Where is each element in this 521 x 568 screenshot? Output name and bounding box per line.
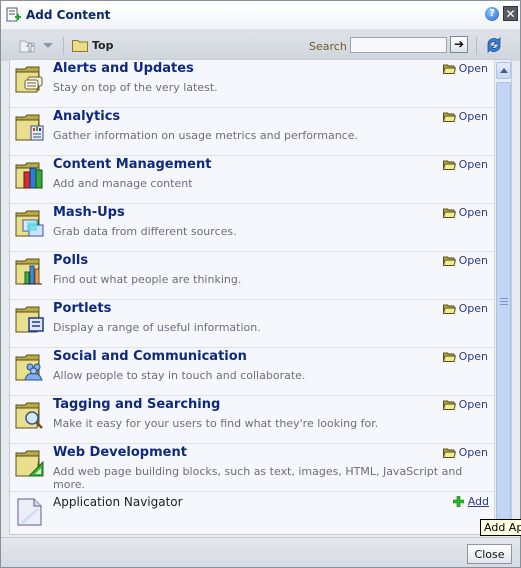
scroll-grip-icon — [500, 298, 508, 305]
open-label[interactable]: Open — [459, 254, 488, 267]
list-item-mash-ups[interactable]: Mash-Ups Grab data from different sources… — [10, 204, 494, 252]
open-link[interactable]: Open — [442, 446, 488, 459]
open-folder-icon — [442, 256, 456, 266]
open-link[interactable]: Open — [442, 158, 488, 171]
item-name[interactable]: Social and Communication — [53, 349, 247, 364]
history-dropdown-arrow[interactable] — [43, 43, 53, 48]
list-item-polls[interactable]: Polls Find out what people are thinking. O… — [10, 252, 494, 300]
add-content-icon — [6, 7, 21, 22]
list-item-tagging-and-searching[interactable]: Tagging and Searching Make it easy for yo… — [10, 396, 494, 444]
list-item-social-and-communication[interactable]: Social and Communication Allow people to … — [10, 348, 494, 396]
add-content-dialog: Add Content ? ✕ Top Search ➔ Alerts and … — [0, 0, 521, 568]
list-item-alerts-and-updates[interactable]: Alerts and Updates Stay on top of the ver… — [10, 60, 494, 108]
toolbar-separator — [476, 37, 477, 55]
open-folder-icon — [442, 208, 456, 218]
add-label[interactable]: Add — [468, 495, 489, 508]
scroll-up-button[interactable] — [496, 62, 511, 79]
close-icon[interactable]: ✕ — [503, 6, 518, 21]
open-label[interactable]: Open — [459, 446, 488, 459]
open-folder-icon — [442, 112, 456, 122]
item-description: Make it easy for your users to find what… — [53, 417, 379, 430]
item-name[interactable]: Portlets — [53, 301, 111, 316]
open-label[interactable]: Open — [459, 206, 488, 219]
open-link[interactable]: Open — [442, 254, 488, 267]
list-item-application-navigator[interactable]: Application Navigator Add — [10, 492, 494, 534]
polls-folder-icon — [15, 258, 42, 285]
open-link[interactable]: Open — [442, 110, 488, 123]
tooltip: Add App — [480, 519, 521, 536]
open-link[interactable]: Open — [442, 350, 488, 363]
item-description: Allow people to stay in touch and collab… — [53, 369, 306, 382]
social-folder-icon — [15, 354, 43, 381]
item-description: Grab data from different sources. — [53, 225, 237, 238]
open-folder-icon — [442, 448, 456, 458]
open-label[interactable]: Open — [459, 62, 488, 75]
document-icon — [17, 498, 42, 526]
analytics-folder-icon — [15, 114, 44, 141]
toolbar: Top Search ➔ — [1, 29, 520, 61]
dialog-title: Add Content — [26, 8, 111, 22]
search-label: Search — [309, 40, 347, 53]
mashups-folder-icon — [15, 210, 44, 237]
open-label[interactable]: Open — [459, 110, 488, 123]
item-name[interactable]: Alerts and Updates — [53, 61, 194, 76]
open-folder-icon — [442, 160, 456, 170]
list-item-analytics[interactable]: Analytics Gather information on usage met… — [10, 108, 494, 156]
refresh-icon[interactable] — [484, 36, 504, 54]
open-folder-icon — [442, 352, 456, 362]
plus-icon — [452, 496, 464, 507]
item-description: Add web page building blocks, such as te… — [53, 465, 463, 491]
folder-up-icon[interactable] — [19, 38, 37, 54]
item-name: Application Navigator — [53, 495, 183, 509]
item-name[interactable]: Tagging and Searching — [53, 397, 220, 412]
item-name[interactable]: Web Development — [53, 445, 187, 460]
item-description: Stay on top of the very latest. — [53, 81, 218, 94]
folder-icon — [72, 40, 88, 52]
item-description: Display a range of useful information. — [53, 321, 261, 334]
dialog-footer: Close — [1, 537, 520, 567]
open-folder-icon — [442, 400, 456, 410]
open-link[interactable]: Open — [442, 398, 488, 411]
item-name[interactable]: Polls — [53, 253, 88, 268]
open-link[interactable]: Open — [442, 62, 488, 75]
open-link[interactable]: Open — [442, 302, 488, 315]
portlets-folder-icon — [15, 306, 44, 333]
item-description: Add and manage content — [53, 177, 193, 190]
search-go-button[interactable]: ➔ — [450, 36, 468, 53]
open-link[interactable]: Open — [442, 206, 488, 219]
open-label[interactable]: Open — [459, 158, 488, 171]
breadcrumb-top[interactable]: Top — [92, 39, 113, 52]
item-name[interactable]: Content Management — [53, 157, 211, 172]
tagging-folder-icon — [15, 402, 43, 429]
list-item-portlets[interactable]: Portlets Display a range of useful inform… — [10, 300, 494, 348]
open-label[interactable]: Open — [459, 398, 488, 411]
item-description: Gather information on usage metrics and … — [53, 129, 358, 142]
webdev-folder-icon — [15, 450, 44, 477]
help-icon[interactable]: ? — [485, 7, 499, 21]
content-management-folder-icon — [15, 162, 43, 189]
open-folder-icon — [442, 64, 456, 74]
toolbar-separator — [63, 37, 64, 55]
content-list: Alerts and Updates Stay on top of the ver… — [9, 59, 512, 535]
item-name[interactable]: Analytics — [53, 109, 120, 124]
list-item-content-management[interactable]: Content Management Add and manage content… — [10, 156, 494, 204]
scroll-thumb[interactable] — [496, 82, 511, 526]
item-name[interactable]: Mash-Ups — [53, 205, 125, 220]
add-link[interactable]: Add — [452, 495, 489, 508]
title-bar: Add Content ? ✕ — [1, 1, 520, 29]
open-label[interactable]: Open — [459, 350, 488, 363]
open-folder-icon — [442, 304, 456, 314]
list-item-web-development[interactable]: Web Development Add web page building blo… — [10, 444, 494, 492]
search-input[interactable] — [350, 37, 447, 53]
close-button[interactable]: Close — [467, 544, 512, 564]
vertical-scrollbar[interactable] — [494, 60, 511, 534]
open-label[interactable]: Open — [459, 302, 488, 315]
item-description: Find out what people are thinking. — [53, 273, 242, 286]
alerts-folder-icon — [15, 66, 43, 93]
